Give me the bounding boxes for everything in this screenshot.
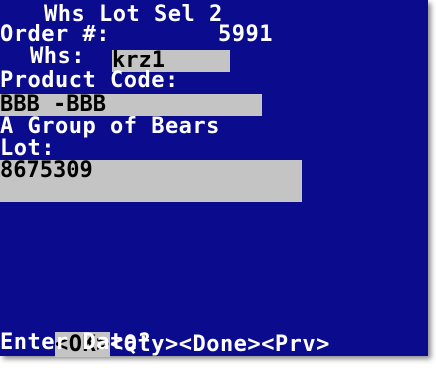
lot-label: Lot: [0,136,55,161]
product-description: A Group of Bears [0,114,220,139]
lot-field[interactable]: 8675309 [0,160,302,202]
done-option[interactable]: <Done> [179,332,261,357]
product-code-label: Product Code: [0,68,179,93]
order-label: Order #: [0,22,110,47]
prv-option[interactable]: <Prv> [261,332,330,357]
order-number: 5991 [218,22,273,47]
terminal-screen: Whs Lot Sel 2 Order #: 5991 Whs: krz1 Pr… [0,0,428,357]
prompt-text: Enter Data? [0,330,152,355]
product-code-field[interactable]: BBB -BBB [0,94,262,116]
whs-label: Whs: [30,44,85,69]
